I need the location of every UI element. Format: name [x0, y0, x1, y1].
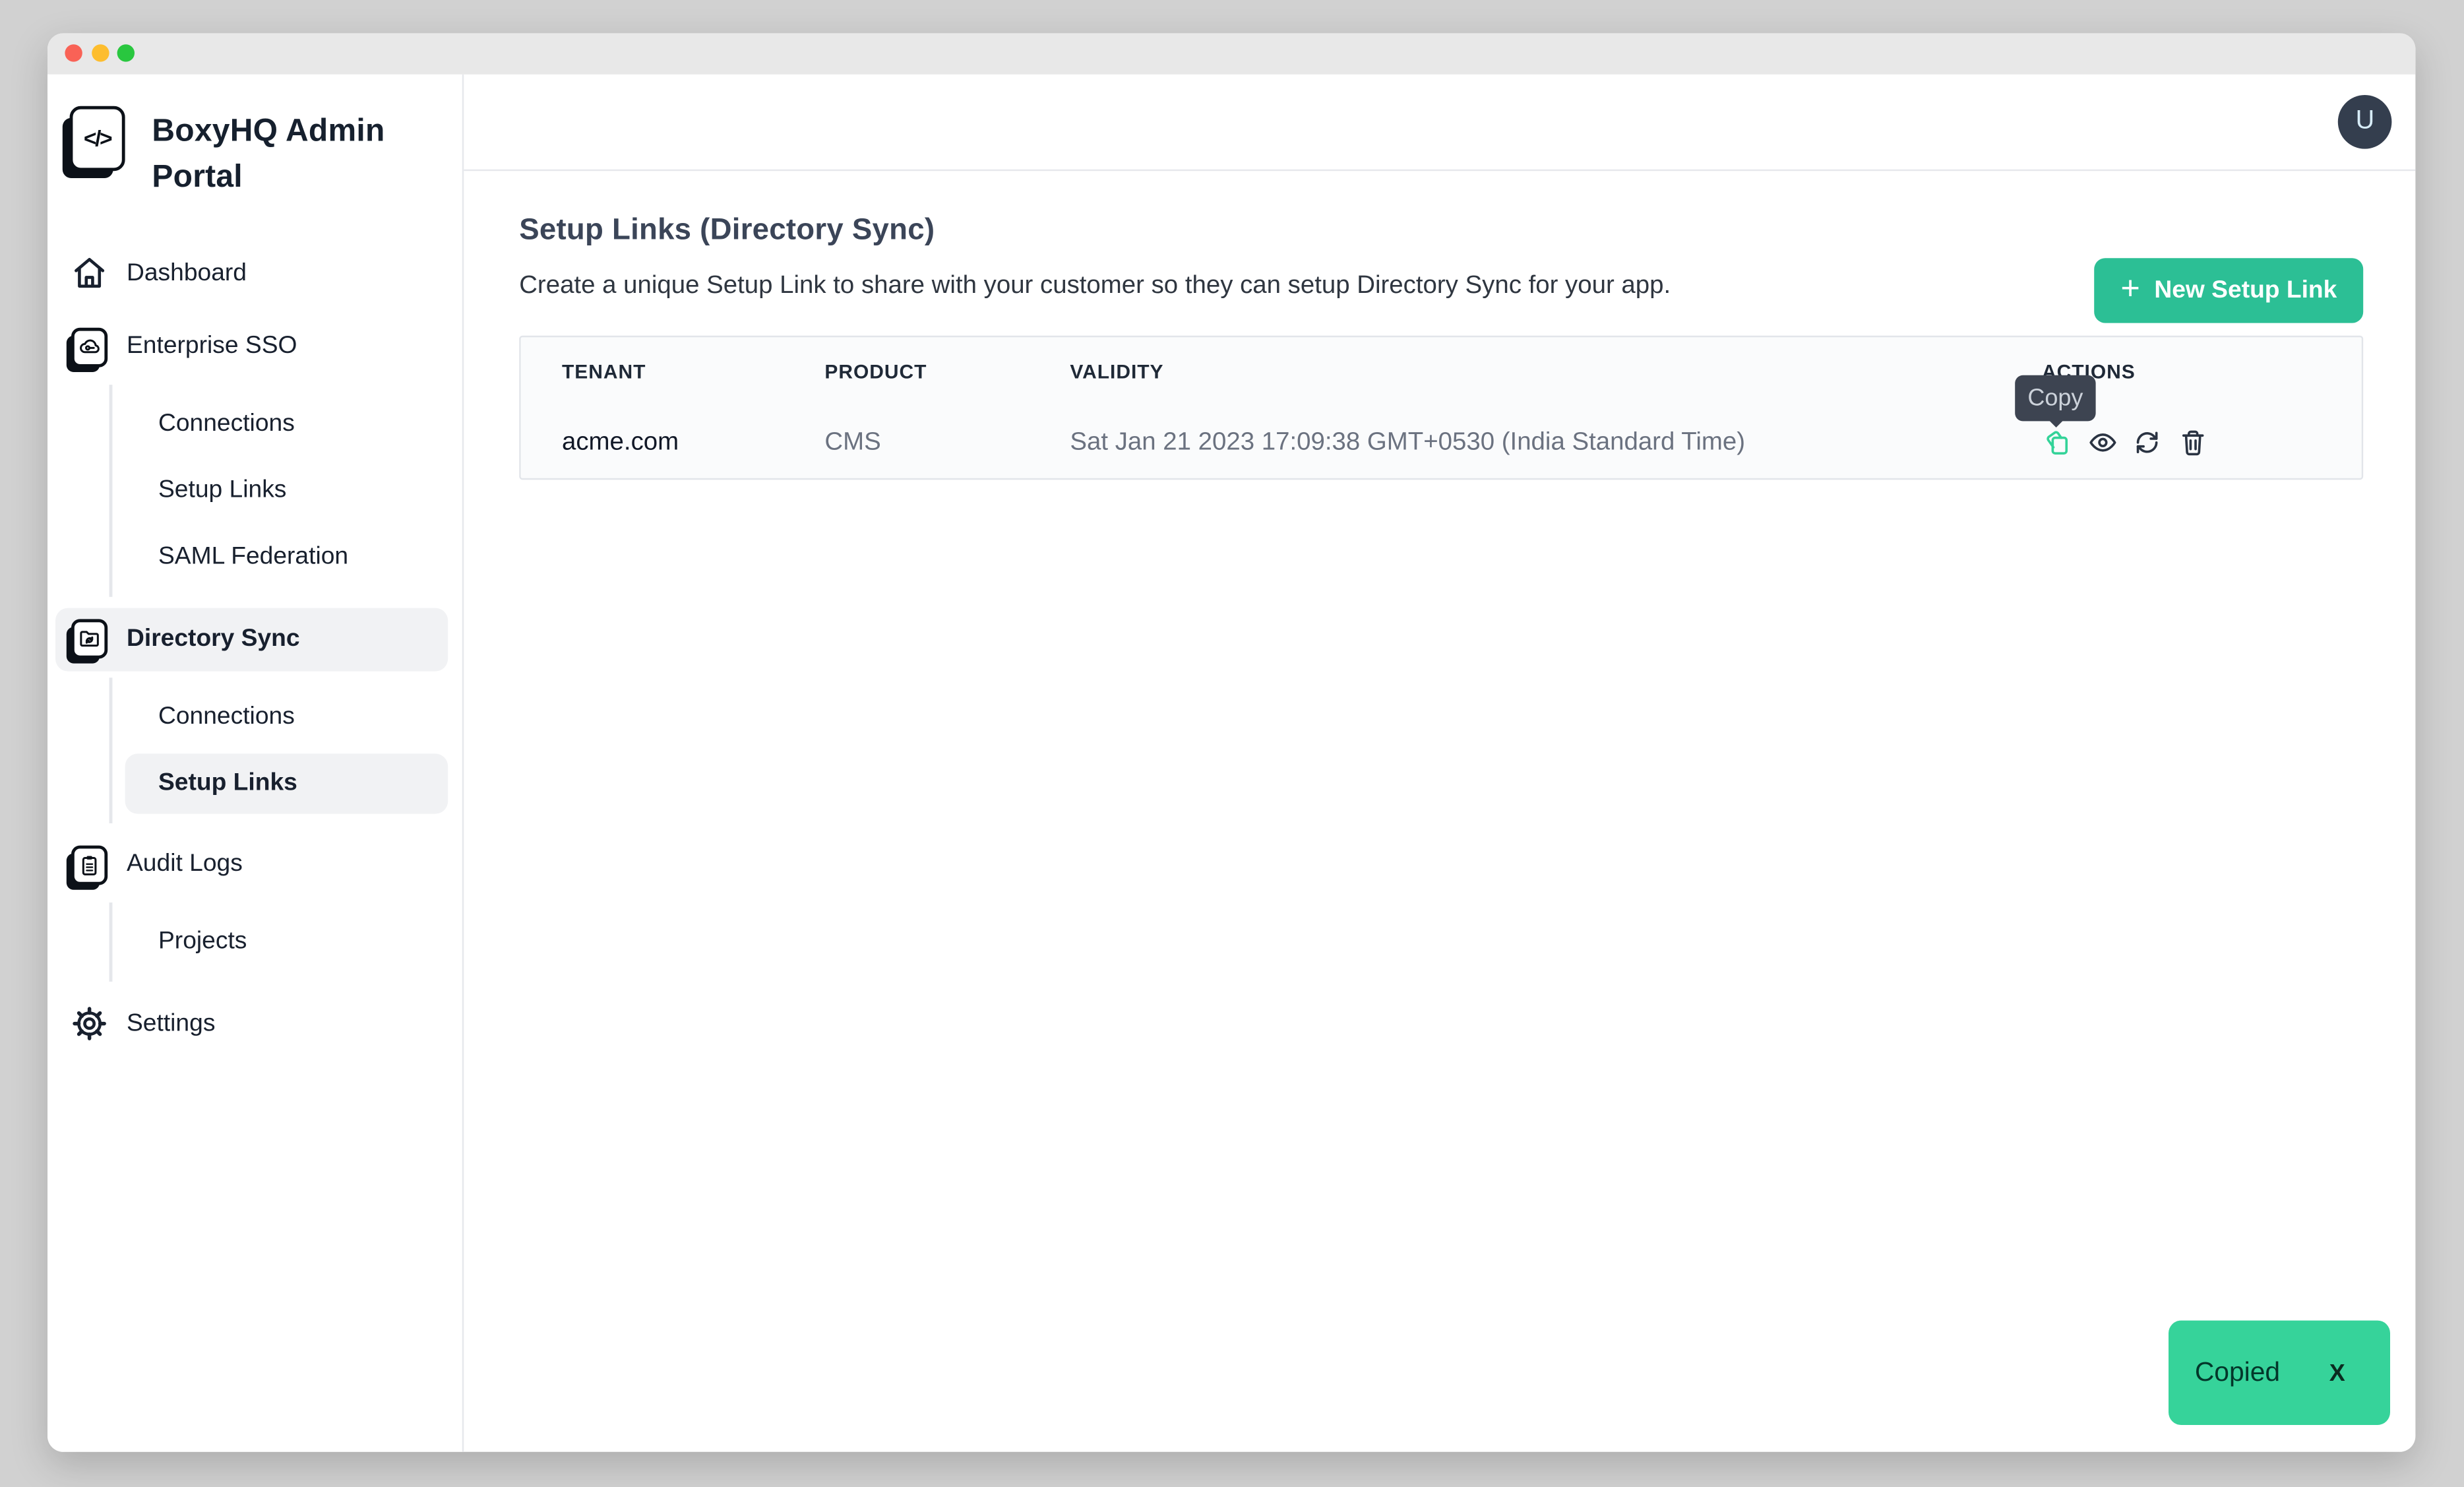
topbar: U: [464, 74, 2416, 170]
sidebar-item-label: Directory Sync: [127, 625, 300, 654]
copy-tooltip: Copy: [2015, 375, 2095, 421]
sidebar-item-label: Settings: [127, 1010, 215, 1038]
sidebar-subitem-sso-connections[interactable]: Connections: [125, 395, 448, 455]
minimize-window-icon[interactable]: [91, 45, 108, 62]
home-icon: [71, 255, 108, 292]
main-area: U Setup Links (Directory Sync) Create a …: [464, 74, 2416, 1451]
desktop: </> BoxyHQ Admin Portal Dashboard: [0, 0, 2464, 1487]
sidebar-item-dashboard[interactable]: Dashboard: [55, 242, 448, 305]
toast-message: Copied: [2195, 1358, 2280, 1389]
toast-close-button[interactable]: X: [2317, 1354, 2358, 1393]
brand: </> BoxyHQ Admin Portal: [55, 106, 448, 201]
boxyhq-logo-icon: </>: [70, 106, 125, 170]
column-header-tenant: TENANT: [562, 361, 824, 383]
directory-sync-submenu: Connections Setup Links: [109, 678, 448, 823]
gear-icon: [71, 1006, 108, 1042]
brand-title: BoxyHQ Admin Portal: [152, 106, 389, 201]
sidebar-item-enterprise-sso[interactable]: Enterprise SSO: [55, 315, 448, 379]
row-actions: [2042, 427, 2362, 458]
product-cell: CMS: [824, 428, 1070, 457]
new-setup-link-label: New Setup Link: [2154, 276, 2337, 305]
sidebar-item-label: Enterprise SSO: [127, 333, 297, 362]
regenerate-setup-link-button[interactable]: [2132, 427, 2163, 458]
trash-icon: [2177, 427, 2207, 458]
plus-icon: +: [2120, 272, 2140, 305]
window-titlebar: [47, 33, 2416, 74]
sidebar-nav: Dashboard Enterprise SSO: [55, 242, 448, 1056]
enterprise-sso-submenu: Connections Setup Links SAML Federation: [109, 385, 448, 598]
clipboard-icon: [71, 845, 108, 885]
sidebar-subitem-ds-setup-links[interactable]: Setup Links: [125, 753, 448, 813]
sidebar-item-directory-sync[interactable]: Directory Sync: [55, 608, 448, 671]
audit-logs-submenu: Projects: [109, 903, 448, 982]
view-setup-link-button[interactable]: [2087, 427, 2117, 458]
sidebar-subitem-sso-setup-links[interactable]: Setup Links: [125, 461, 448, 521]
validity-cell: Sat Jan 21 2023 17:09:38 GMT+0530 (India…: [1070, 428, 2042, 457]
column-header-product: PRODUCT: [824, 361, 1070, 383]
copied-toast: Copied X: [2168, 1321, 2389, 1426]
zoom-window-icon[interactable]: [117, 45, 135, 62]
new-setup-link-button[interactable]: + New Setup Link: [2094, 258, 2364, 324]
tenant-cell: acme.com: [562, 428, 824, 457]
sidebar-subitem-ds-connections[interactable]: Connections: [125, 687, 448, 747]
app-window: </> BoxyHQ Admin Portal Dashboard: [47, 33, 2416, 1451]
sso-cloud-key-icon: [71, 327, 108, 367]
page-description: Create a unique Setup Link to share with…: [519, 272, 2364, 300]
setup-links-table: TENANT PRODUCT VALIDITY ACTIONS acme.com…: [519, 335, 2363, 480]
sidebar-subitem-projects[interactable]: Projects: [125, 912, 448, 972]
page-content: Setup Links (Directory Sync) Create a un…: [464, 171, 2416, 1451]
refresh-icon: [2132, 427, 2163, 458]
sidebar-item-settings[interactable]: Settings: [55, 992, 448, 1056]
sidebar-item-audit-logs[interactable]: Audit Logs: [55, 833, 448, 897]
page-title: Setup Links (Directory Sync): [519, 214, 2364, 249]
eye-icon: [2087, 427, 2117, 458]
close-window-icon[interactable]: [65, 45, 82, 62]
sidebar-item-label: Dashboard: [127, 259, 247, 288]
avatar[interactable]: U: [2338, 94, 2393, 149]
sidebar-item-label: Audit Logs: [127, 851, 243, 879]
delete-setup-link-button[interactable]: [2177, 427, 2207, 458]
sidebar-subitem-saml-federation[interactable]: SAML Federation: [125, 528, 448, 588]
column-header-validity: VALIDITY: [1070, 361, 2042, 383]
sidebar: </> BoxyHQ Admin Portal Dashboard: [47, 74, 464, 1451]
folder-sync-icon: [71, 619, 108, 659]
